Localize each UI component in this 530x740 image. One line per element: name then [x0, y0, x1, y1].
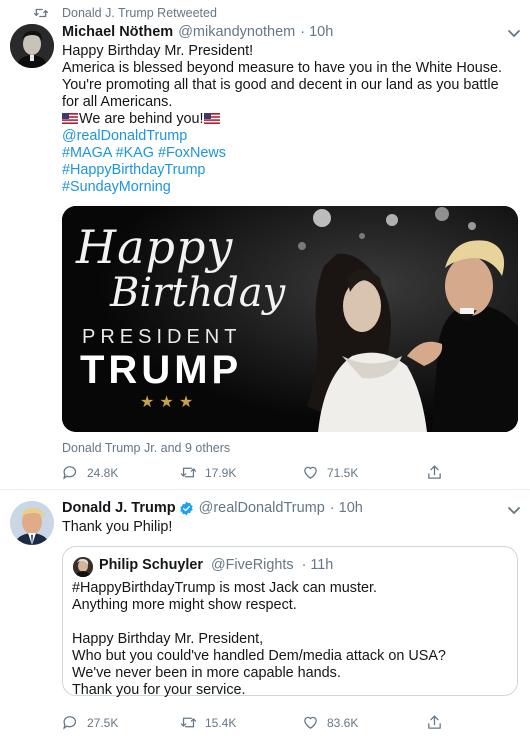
verified-icon	[179, 501, 193, 515]
share-icon	[428, 465, 441, 479]
behind-text: We are behind you!	[79, 111, 204, 127]
reply-button[interactable]: 24.8K	[62, 464, 118, 481]
retweet-icon	[180, 467, 197, 478]
us-flag-icon	[62, 113, 78, 124]
display-name: Philip Schuyler	[99, 557, 203, 573]
retweet-context: Donald J. Trump Retweeted	[34, 6, 217, 20]
timestamp[interactable]: · 10h	[330, 500, 363, 516]
avatar[interactable]	[10, 501, 54, 545]
quoted-tweet[interactable]: Philip Schuyler @FiveRights · 11h #Happy…	[62, 546, 518, 699]
media-text-trump: TRUMP	[80, 348, 243, 392]
media-text-president: PRESIDENT	[82, 326, 242, 348]
user-handle: @FiveRights	[210, 557, 294, 573]
text-line: Thank you for your service.	[72, 682, 246, 698]
tweet-image[interactable]: Happy Birthday PRESIDENT TRUMP ★ ★ ★	[62, 206, 518, 432]
hashtag-link[interactable]: #HappyBirthdayTrump	[62, 162, 517, 179]
retweet-button[interactable]: 15.4K	[180, 714, 236, 731]
caret-down-icon[interactable]	[508, 30, 520, 38]
text-line: Anything more might show respect.	[72, 597, 297, 613]
reply-count: 24.8K	[87, 465, 119, 480]
like-count: 71.5K	[327, 465, 359, 480]
share-button[interactable]	[426, 714, 443, 731]
timestamp: · 11h	[301, 557, 334, 573]
media-text-happy: Happy	[76, 220, 234, 274]
media-text-birthday: Birthday	[110, 270, 286, 316]
user-handle[interactable]: @mikandynothem	[178, 24, 295, 40]
action-bar: 24.8K 17.9K 71.5K	[62, 464, 462, 484]
avatar	[73, 557, 93, 577]
text-line: America is blessed beyond measure to hav…	[62, 60, 502, 76]
retweet-count: 17.9K	[205, 465, 237, 480]
share-button[interactable]	[426, 464, 443, 481]
like-icon	[304, 716, 317, 729]
tweet-header: Donald J. Trump @realDonaldTrump · 10h	[62, 500, 363, 516]
mention-link[interactable]: @realDonaldTrump	[62, 128, 517, 145]
retweet-icon	[180, 717, 197, 728]
like-icon	[304, 466, 317, 479]
timestamp[interactable]: · 10h	[300, 24, 333, 40]
display-name[interactable]: Michael Nöthem	[62, 24, 173, 40]
reply-icon	[63, 466, 77, 480]
avatar[interactable]	[10, 24, 54, 68]
like-button[interactable]: 71.5K	[302, 464, 358, 481]
reply-button[interactable]: 27.5K	[62, 714, 118, 731]
tweet-text: Happy Birthday Mr. President! America is…	[62, 43, 517, 196]
text-line	[72, 614, 512, 631]
text-line: #HappyBirthdayTrump is most Jack can mus…	[72, 580, 377, 596]
retweet-button[interactable]: 17.9K	[180, 464, 236, 481]
quote-text: #HappyBirthdayTrump is most Jack can mus…	[72, 580, 512, 699]
display-name[interactable]: Donald J. Trump	[62, 500, 176, 516]
text-line: You're promoting all that is good and de…	[62, 77, 499, 93]
text-line: Happy Birthday Mr. President,	[72, 631, 264, 647]
media-caption: Happy Birthday PRESIDENT TRUMP ★ ★ ★	[62, 206, 285, 432]
reply-count: 27.5K	[87, 715, 119, 730]
text-line: Who but you could've handled Dem/media a…	[72, 648, 446, 664]
caret-down-icon[interactable]	[508, 507, 520, 515]
text-line: We are behind you!	[62, 111, 517, 128]
share-icon	[428, 715, 441, 729]
us-flag-icon	[203, 113, 220, 124]
tweet-retweeted[interactable]: Donald J. Trump Retweeted Michael Nöthem…	[0, 0, 530, 490]
retweet-count: 15.4K	[205, 715, 237, 730]
retweeter-link[interactable]: Donald J. Trump Retweeted	[62, 6, 217, 20]
user-handle[interactable]: @realDonaldTrump	[199, 500, 325, 516]
like-count: 83.6K	[327, 715, 359, 730]
media-stars: ★ ★ ★	[140, 392, 194, 411]
tweet[interactable]: Donald J. Trump @realDonaldTrump · 10h T…	[0, 491, 530, 740]
hashtag-link[interactable]: #MAGA #KAG #FoxNews	[62, 145, 517, 162]
text-line: Happy Birthday Mr. President!	[62, 43, 254, 59]
tagged-users-link[interactable]: Donald Trump Jr. and 9 others	[62, 441, 230, 455]
tweet-header: Michael Nöthem @mikandynothem · 10h	[62, 24, 333, 40]
text-line: for all Americans.	[62, 94, 173, 110]
like-button[interactable]: 83.6K	[302, 714, 358, 731]
quote-header: Philip Schuyler @FiveRights · 11h	[99, 557, 333, 573]
tweet-text: Thank you Philip!	[62, 519, 173, 535]
reply-icon	[63, 716, 77, 730]
hashtag-link[interactable]: #SundayMorning	[62, 179, 517, 196]
text-line: We've never been in more capable hands.	[72, 665, 341, 681]
retweet-icon	[34, 8, 48, 18]
action-bar: 27.5K 15.4K 83.6K	[62, 714, 462, 734]
